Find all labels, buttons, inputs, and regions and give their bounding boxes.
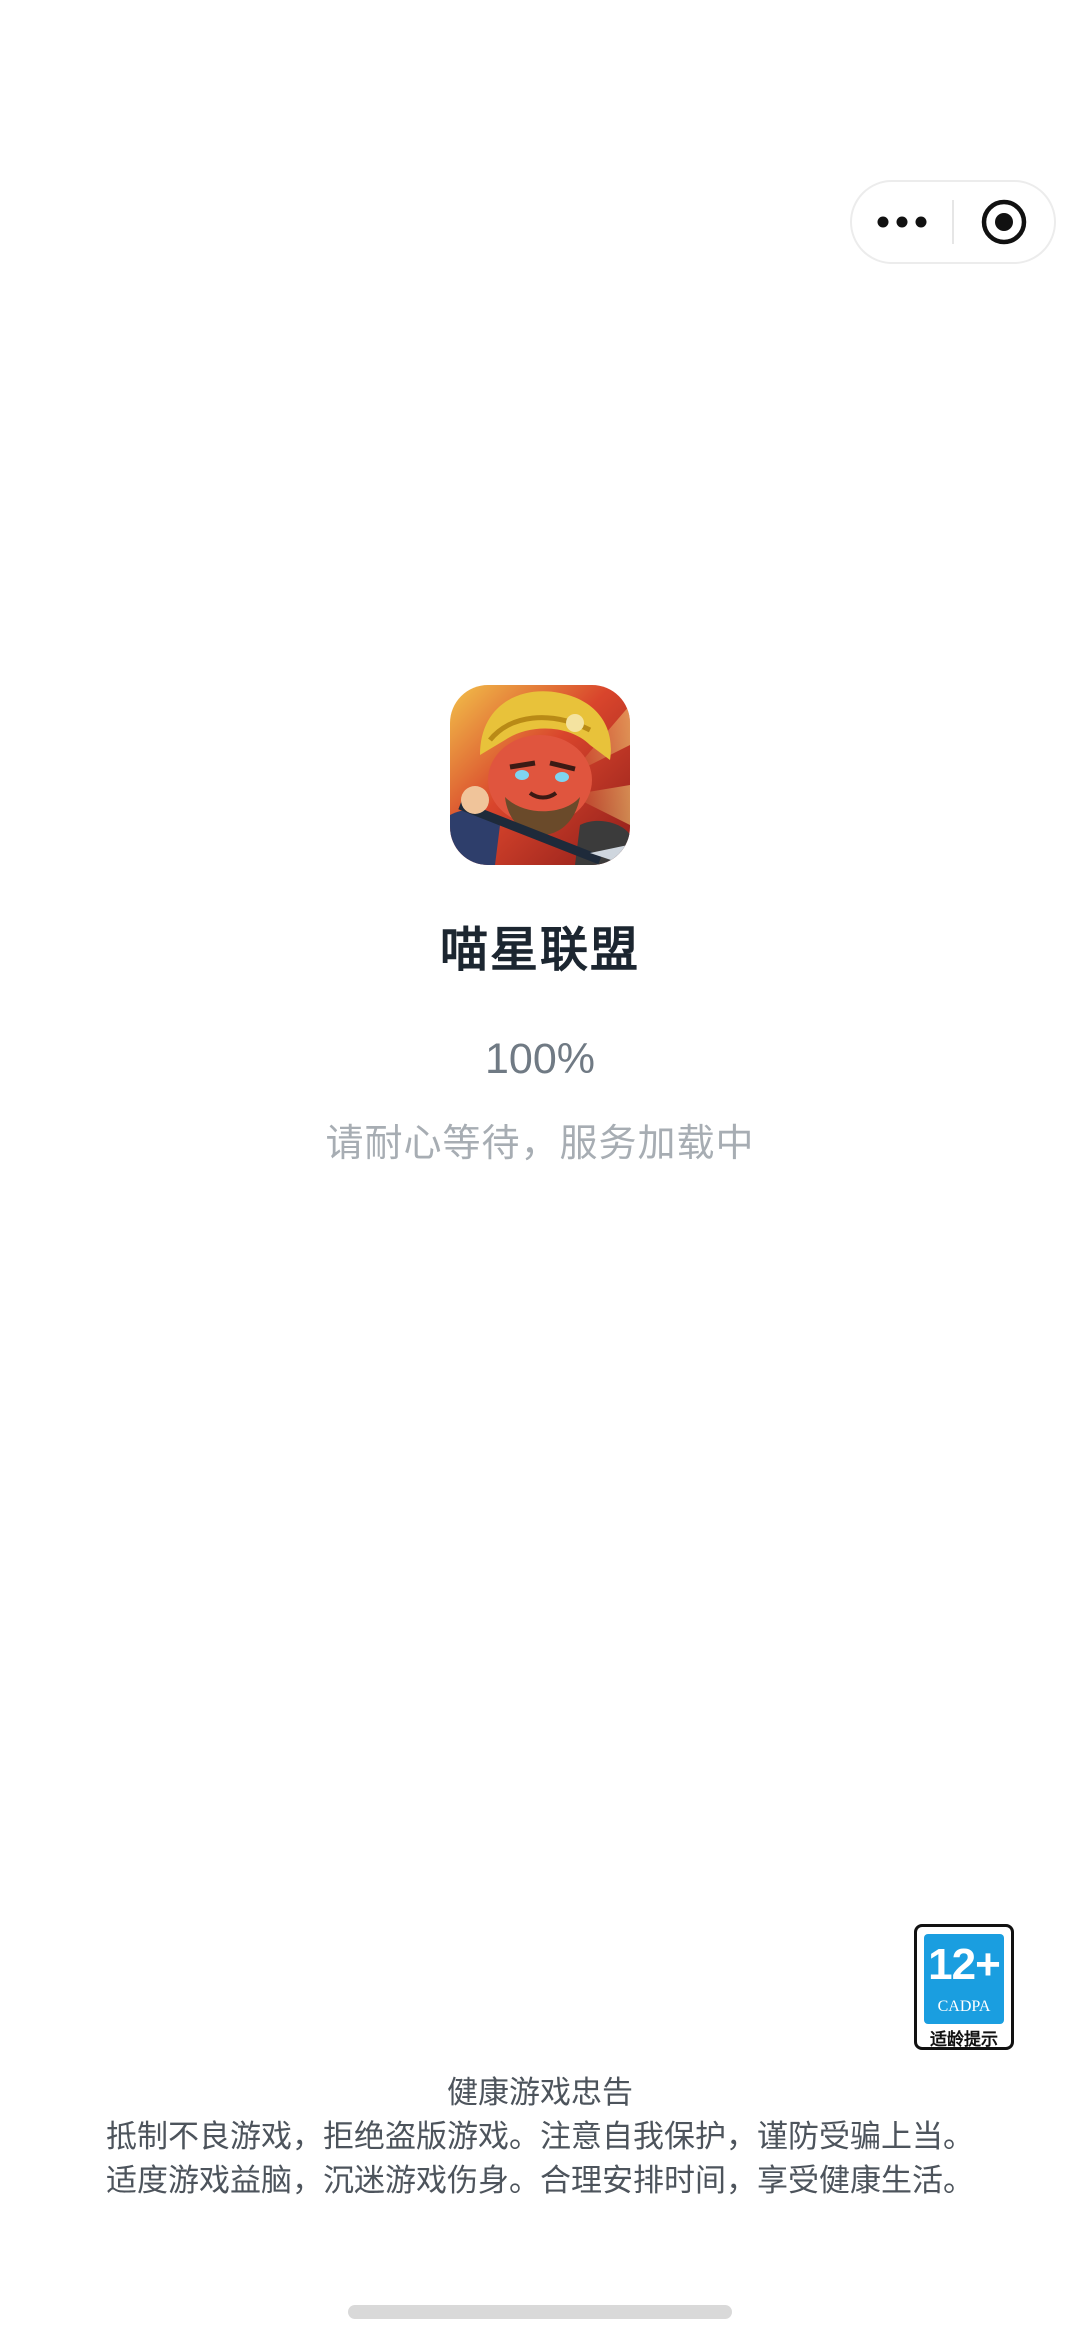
age-rating-org: CADPA (937, 1998, 991, 2015)
health-notice-line-2: 适度游戏益脑，沉迷游戏伤身。合理安排时间，享受健康生活。 (106, 2163, 974, 2199)
age-rating-tip: 适龄提示 (930, 2030, 998, 2050)
age-rating-panel: 12+ CADPA (924, 1934, 1004, 2024)
home-indicator[interactable] (348, 2305, 732, 2319)
app-name: 喵星联盟 (439, 922, 640, 978)
age-rating-badge[interactable]: 12+ CADPA 适龄提示 (914, 1924, 1014, 2050)
miniprogram-capsule (850, 180, 1056, 264)
age-rating-number: 12+ (928, 1940, 1001, 1989)
loading-message: 请耐心等待，服务加载中 (325, 1121, 755, 1165)
health-notice-line-1: 抵制不良游戏，拒绝盗版游戏。注意自我保护，谨防受骗上当。 (106, 2119, 974, 2155)
more-button[interactable] (852, 182, 952, 262)
target-circle-icon (981, 199, 1027, 245)
more-dots-icon (877, 216, 927, 228)
loading-progress: 100% (485, 1035, 595, 1083)
health-notice-title: 健康游戏忠告 (447, 2075, 633, 2111)
close-miniprogram-button[interactable] (954, 182, 1054, 262)
game-character-icon (450, 685, 630, 865)
app-icon (450, 685, 630, 865)
